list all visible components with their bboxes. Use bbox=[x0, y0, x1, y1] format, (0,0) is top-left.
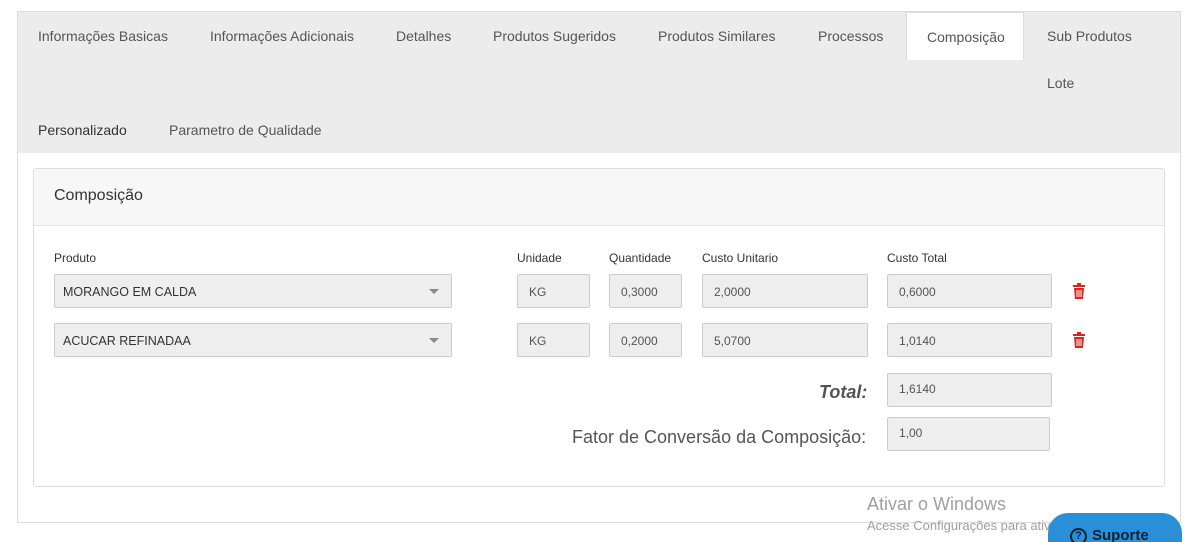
unidade-field[interactable]: KG bbox=[517, 323, 590, 357]
support-button[interactable]: ? Suporte bbox=[1048, 513, 1182, 542]
tab-composicao[interactable]: Composição bbox=[906, 12, 1024, 60]
tab-detalhes[interactable]: Detalhes bbox=[376, 12, 471, 60]
tab-parametro-de-qualidade[interactable]: Parametro de Qualidade bbox=[149, 106, 342, 154]
produto-select[interactable]: ACUCAR REFINADAA bbox=[54, 323, 452, 357]
chevron-down-icon bbox=[429, 338, 439, 343]
support-label: Suporte bbox=[1092, 527, 1149, 542]
tab-produtos-sugeridos[interactable]: Produtos Sugeridos bbox=[473, 12, 636, 60]
fator-conversao-field[interactable]: 1,00 bbox=[887, 417, 1050, 451]
produto-select-value: ACUCAR REFINADAA bbox=[63, 334, 191, 348]
total-field[interactable]: 1,6140 bbox=[887, 373, 1052, 407]
tab-personalizado[interactable]: Personalizado bbox=[18, 106, 147, 154]
column-quantidade-label: Quantidade bbox=[609, 251, 672, 265]
quantidade-field[interactable]: 0,2000 bbox=[609, 323, 682, 357]
tab-produtos-similares[interactable]: Produtos Similares bbox=[638, 12, 796, 60]
delete-row-trash-icon[interactable] bbox=[1072, 332, 1086, 348]
total-label: Total: bbox=[819, 382, 868, 402]
tab-bar: Informações Basicas Informações Adiciona… bbox=[18, 12, 1180, 153]
quantidade-field[interactable]: 0,3000 bbox=[609, 274, 682, 308]
chevron-down-icon bbox=[429, 289, 439, 294]
tab-lote[interactable]: Lote bbox=[1027, 59, 1094, 107]
tab-informacoes-adicionais[interactable]: Informações Adicionais bbox=[190, 12, 374, 60]
tab-sub-produtos[interactable]: Sub Produtos bbox=[1027, 12, 1152, 60]
tab-processos[interactable]: Processos bbox=[798, 12, 903, 60]
windows-activation-title: Ativar o Windows bbox=[867, 494, 1007, 514]
question-circle-icon: ? bbox=[1070, 528, 1087, 542]
custo-total-field[interactable]: 0,6000 bbox=[887, 274, 1052, 308]
unidade-field[interactable]: KG bbox=[517, 274, 590, 308]
custo-unitario-field[interactable]: 2,0000 bbox=[702, 274, 868, 308]
produto-select-value: MORANGO EM CALDA bbox=[63, 285, 197, 299]
product-form-card: Informações Basicas Informações Adiciona… bbox=[17, 11, 1181, 523]
tab-informacoes-basicas[interactable]: Informações Basicas bbox=[18, 12, 188, 60]
fator-conversao-label: Fator de Conversão da Composição: bbox=[572, 427, 867, 447]
produto-select[interactable]: MORANGO EM CALDA bbox=[54, 274, 452, 308]
composition-panel: Composição Produto Unidade Quantidade Cu… bbox=[33, 168, 1165, 487]
custo-unitario-field[interactable]: 5,0700 bbox=[702, 323, 868, 357]
column-unidade-label: Unidade bbox=[517, 251, 562, 265]
panel-title: Composição bbox=[34, 169, 1164, 226]
column-custo-total-label: Custo Total bbox=[887, 251, 947, 265]
column-custo-unitario-label: Custo Unitario bbox=[702, 251, 779, 265]
delete-row-trash-icon[interactable] bbox=[1072, 283, 1086, 299]
custo-total-field[interactable]: 1,0140 bbox=[887, 323, 1052, 357]
column-produto-label: Produto bbox=[54, 251, 97, 265]
